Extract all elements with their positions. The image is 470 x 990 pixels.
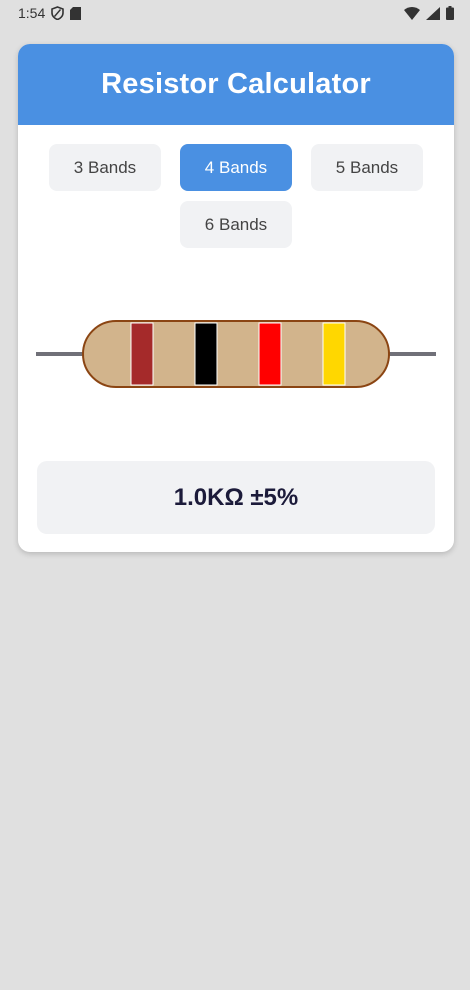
band-gold [322, 322, 346, 386]
band-black [194, 322, 218, 386]
resistance-result: 1.0KΩ ±5% [173, 483, 299, 511]
card-header: Resistor Calculator [18, 44, 454, 125]
five-bands-button[interactable]: 5 Bands [311, 144, 423, 191]
shield-icon [51, 6, 65, 20]
result-box: 1.0KΩ ±5% [37, 461, 435, 534]
status-time: 1:54 [18, 5, 46, 21]
six-bands-button[interactable]: 6 Bands [180, 201, 292, 248]
resistor-diagram [18, 314, 454, 394]
signal-icon [426, 6, 440, 20]
band-brown [130, 322, 154, 386]
three-bands-button[interactable]: 3 Bands [49, 144, 161, 191]
sd-card-icon [70, 6, 82, 20]
four-bands-button[interactable]: 4 Bands [180, 144, 292, 191]
band-red [258, 322, 282, 386]
wifi-icon [404, 6, 420, 20]
page-title: Resistor Calculator [101, 68, 371, 100]
battery-icon [446, 6, 454, 20]
calculator-card: Resistor Calculator 3 Bands 4 Bands 5 Ba… [18, 44, 454, 552]
status-bar: 1:54 [0, 0, 470, 26]
